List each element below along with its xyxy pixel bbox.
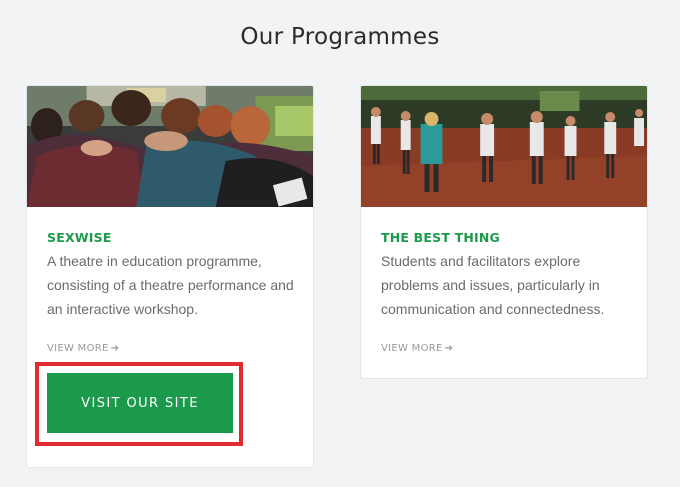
- view-more-label: VIEW MORE: [47, 343, 109, 354]
- outdoor-workshop-photo-icon: [361, 86, 647, 207]
- arrow-right-icon: ➔: [110, 343, 120, 354]
- section-title: Our Programmes: [240, 24, 440, 50]
- view-more-link[interactable]: VIEW MORE ➔: [47, 343, 119, 354]
- programme-description: Students and facilitators explore proble…: [381, 253, 605, 317]
- arrow-right-icon: ➔: [444, 343, 454, 354]
- programme-image-sexwise[interactable]: [27, 86, 313, 207]
- group-hug-photo-icon: [27, 86, 313, 207]
- programme-image-the-best-thing[interactable]: [361, 86, 647, 207]
- visit-our-site-button[interactable]: VISIT OUR SITE: [47, 373, 233, 433]
- view-more-link[interactable]: VIEW MORE ➔: [381, 343, 453, 354]
- view-more-label: VIEW MORE: [381, 343, 443, 354]
- programme-card-the-best-thing: THE BEST THING Students and facilitators…: [360, 85, 648, 379]
- programme-description: A theatre in education programme, consis…: [47, 253, 294, 317]
- programme-title: THE BEST THING: [381, 230, 500, 245]
- programme-title: SEXWISE: [47, 230, 112, 245]
